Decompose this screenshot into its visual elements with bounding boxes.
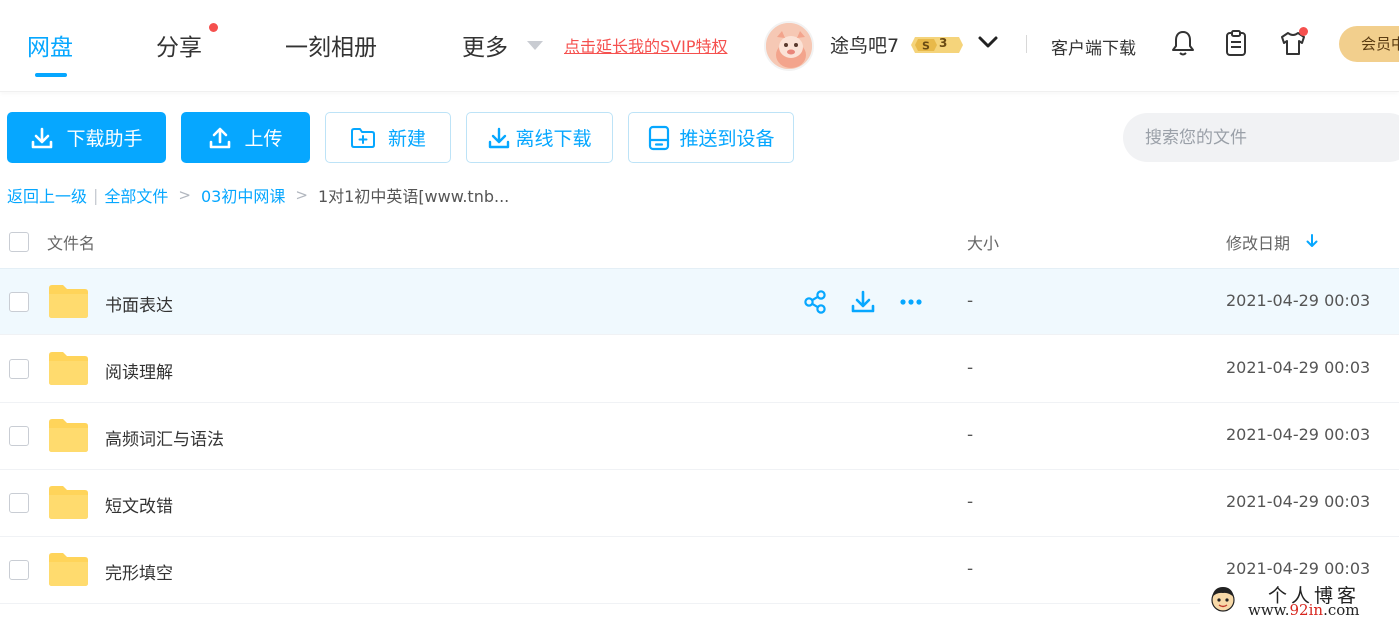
upload-button[interactable]: 上传 (181, 112, 310, 163)
more-icon[interactable] (898, 289, 924, 315)
column-header-size[interactable]: 大小 (967, 230, 999, 254)
svip-renew-link[interactable]: 点击延长我的SVIP特权 (564, 33, 727, 57)
offline-download-button[interactable]: 离线下载 (466, 112, 613, 163)
row-checkbox[interactable] (9, 493, 29, 513)
row-checkbox[interactable] (9, 560, 29, 580)
upload-icon (210, 127, 231, 148)
download-icon[interactable] (850, 289, 876, 315)
bell-icon[interactable] (1168, 28, 1198, 58)
watermark-url: www.92in.com (1248, 601, 1360, 619)
push-to-device-button[interactable]: 推送到设备 (628, 112, 794, 163)
file-name[interactable]: 高频词汇与语法 (105, 425, 224, 450)
share-icon[interactable] (802, 289, 828, 315)
client-download-link[interactable]: 客户端下载 (1051, 34, 1136, 59)
folder-icon (49, 285, 88, 318)
select-all-checkbox[interactable] (9, 232, 29, 252)
row-checkbox[interactable] (9, 426, 29, 446)
new-label: 新建 (387, 128, 426, 150)
breadcrumb-item-folder[interactable]: 03初中网课 (201, 183, 285, 207)
file-name[interactable]: 阅读理解 (105, 358, 173, 383)
file-name[interactable]: 完形填空 (105, 559, 173, 584)
tab-moment-album[interactable]: 一刻相册 (285, 28, 377, 62)
table-row[interactable]: 短文改错 - 2021-04-29 00:03 (0, 470, 1399, 537)
download-helper-label: 下载助手 (66, 128, 143, 150)
file-size: - (967, 291, 974, 311)
folder-icon (49, 553, 88, 586)
search-input[interactable] (1123, 113, 1399, 162)
tab-share[interactable]: 分享 (156, 28, 202, 62)
tab-more[interactable]: 更多 (462, 28, 508, 62)
table-row[interactable]: 书面表达 - 2021-04-29 00:03 (0, 268, 1399, 335)
user-menu-chevron-down-icon[interactable] (976, 30, 1000, 54)
nav-divider (1026, 35, 1027, 53)
file-modified-date: 2021-04-29 00:03 (1226, 492, 1371, 511)
file-size: - (967, 492, 974, 512)
file-modified-date: 2021-04-29 00:03 (1226, 559, 1371, 578)
download-helper-button[interactable]: 下载助手 (7, 112, 166, 163)
breadcrumb-current: 1对1初中英语[www.tnb... (317, 187, 510, 206)
breadcrumb-item-all-files[interactable]: 全部文件 (104, 183, 168, 207)
upload-label: 上传 (244, 128, 283, 150)
new-folder-icon (350, 127, 375, 148)
file-modified-date: 2021-04-29 00:03 (1226, 358, 1371, 377)
offline-download-label: 离线下载 (515, 128, 592, 150)
table-row[interactable]: 完形填空 - 2021-04-29 00:03 (0, 537, 1399, 604)
file-size: - (967, 559, 974, 579)
file-modified-date: 2021-04-29 00:03 (1226, 291, 1371, 310)
row-checkbox[interactable] (9, 359, 29, 379)
column-header-name[interactable]: 文件名 (47, 230, 95, 254)
breadcrumb-chevron-icon: > (178, 186, 191, 204)
svip-level-number: 3 (939, 36, 948, 50)
push-to-device-label: 推送到设备 (679, 128, 775, 150)
svip-badge-letter: S (922, 40, 930, 53)
active-tab-underline (35, 73, 67, 77)
offline-download-icon (489, 127, 510, 148)
new-folder-button[interactable]: 新建 (325, 112, 451, 163)
column-header-modified[interactable]: 修改日期 (1226, 230, 1290, 254)
file-size: - (967, 425, 974, 445)
member-center-button[interactable]: 会员中心 (1339, 26, 1399, 62)
breadcrumb-back-link[interactable]: 返回上一级 (7, 183, 87, 207)
watermark-url-suffix: .com (1323, 601, 1360, 619)
device-icon (649, 125, 670, 150)
table-row[interactable]: 阅读理解 - 2021-04-29 00:03 (0, 336, 1399, 403)
share-notification-dot (209, 23, 218, 32)
username[interactable]: 途鸟吧7 (830, 31, 899, 58)
watermark: 个人博客 www.92in.com (1200, 580, 1399, 622)
clipboard-icon[interactable] (1221, 28, 1251, 58)
folder-icon (49, 352, 88, 385)
row-checkbox[interactable] (9, 292, 29, 312)
cartoon-face-icon (1211, 587, 1235, 612)
skin-notification-dot (1299, 27, 1308, 36)
user-avatar[interactable] (764, 21, 814, 71)
file-name[interactable]: 短文改错 (105, 492, 173, 517)
table-row[interactable]: 高频词汇与语法 - 2021-04-29 00:03 (0, 403, 1399, 470)
breadcrumb-divider: | (93, 185, 99, 205)
tab-netdisk[interactable]: 网盘 (27, 28, 73, 62)
svip-level-badge: S 3 (911, 34, 963, 56)
download-icon (32, 127, 53, 148)
sort-descending-arrow-icon[interactable] (1304, 232, 1320, 250)
row-actions (802, 289, 946, 315)
file-size: - (967, 358, 974, 378)
file-modified-date: 2021-04-29 00:03 (1226, 425, 1371, 444)
file-name[interactable]: 书面表达 (105, 291, 173, 316)
folder-icon (49, 486, 88, 519)
top-navigation-bar: 网盘 分享 一刻相册 更多 点击延长我的SVIP特权 途鸟吧7 S 3 客户端下… (0, 0, 1399, 92)
folder-icon (49, 419, 88, 452)
breadcrumb-chevron-icon: > (295, 186, 308, 204)
watermark-url-highlight: 92in (1289, 601, 1324, 619)
breadcrumb: 返回上一级 | 全部文件 > 03初中网课 > 1对1初中英语[www.tnb.… (7, 183, 509, 207)
more-dropdown-caret-icon[interactable] (527, 41, 543, 50)
watermark-url-prefix: www. (1248, 601, 1290, 619)
